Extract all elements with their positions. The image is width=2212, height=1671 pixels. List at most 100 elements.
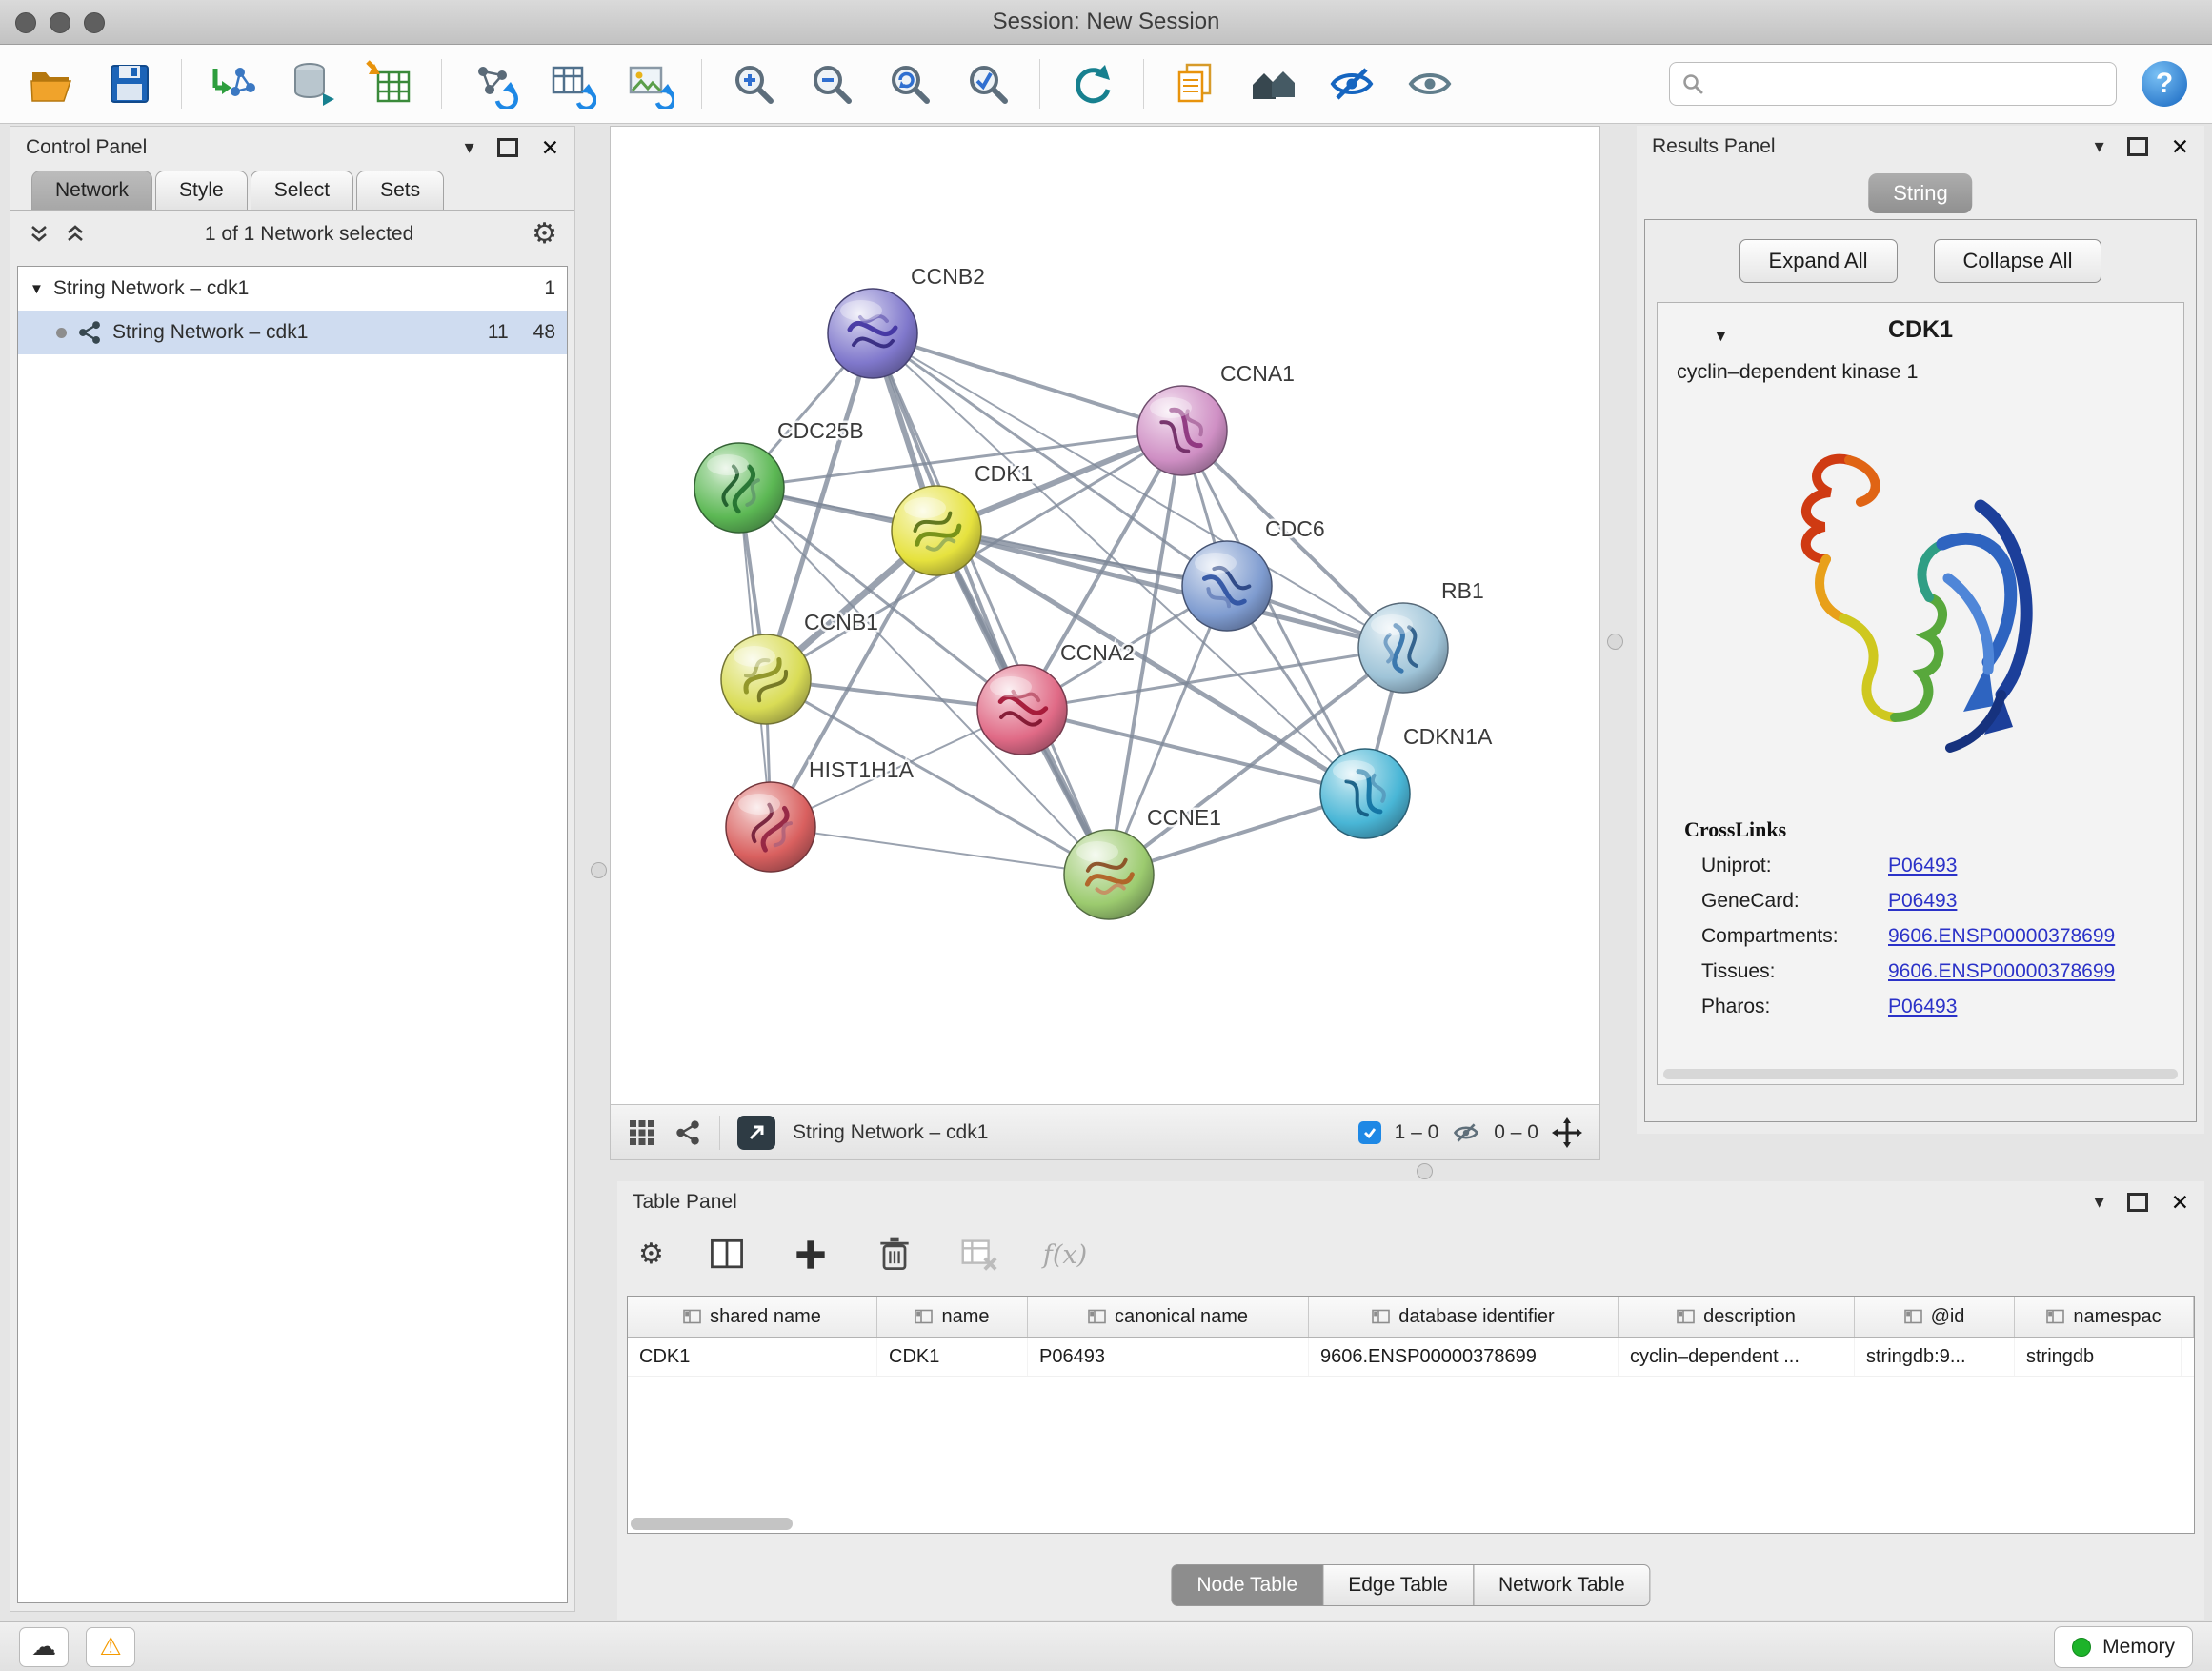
crosslink-value-link[interactable]: P06493 [1888,855,1957,877]
crosslink-value-link[interactable]: P06493 [1888,890,1957,913]
panel-menu-icon[interactable]: ▾ [465,138,474,157]
panel-close-icon[interactable]: ✕ [2171,1192,2189,1214]
column-header[interactable]: name [877,1297,1028,1337]
toolbar-separator [1039,59,1040,109]
tab-sets[interactable]: Sets [356,171,444,210]
crosslink-value-link[interactable]: 9606.ENSP00000378699 [1888,925,2115,948]
tab-node-table[interactable]: Node Table [1171,1564,1323,1606]
grid-view-icon[interactable] [628,1118,656,1147]
network-node-CCNA1[interactable] [1137,386,1227,475]
network-node-CCNB1[interactable] [721,634,811,724]
import-network-database-button[interactable] [285,57,338,111]
help-button[interactable]: ? [2142,61,2187,107]
collapse-all-icon[interactable] [28,223,50,246]
tab-edge-table[interactable]: Edge Table [1322,1564,1474,1606]
network-node-RB1[interactable] [1358,603,1448,693]
export-image-button[interactable] [623,57,676,111]
zoom-in-button[interactable] [727,57,780,111]
cloud-status-button[interactable]: ☁ [19,1627,69,1667]
column-header[interactable]: shared name [628,1297,877,1337]
column-header[interactable]: namespac [2015,1297,2194,1337]
network-node-CDC25B[interactable] [694,443,784,533]
zoom-fit-button[interactable] [883,57,936,111]
table-options-gear-icon[interactable]: ⚙ [638,1240,664,1269]
column-header[interactable]: description [1619,1297,1855,1337]
import-table-button[interactable] [363,57,416,111]
column-header[interactable]: database identifier [1309,1297,1619,1337]
close-window-button[interactable] [15,12,36,33]
network-node-CDK1[interactable] [892,486,981,575]
column-header[interactable]: canonical name [1028,1297,1309,1337]
network-options-gear-icon[interactable]: ⚙ [532,220,557,249]
zoom-selected-button[interactable] [961,57,1015,111]
tab-string[interactable]: String [1868,173,1972,213]
network-share-icon[interactable] [674,1118,702,1147]
panel-float-icon[interactable] [2127,137,2148,156]
panel-float-icon[interactable] [2127,1193,2148,1212]
network-node-CDC6[interactable] [1182,541,1272,631]
vertical-splitter-handle[interactable] [591,862,607,878]
panel-close-icon[interactable]: ✕ [2171,136,2189,158]
network-canvas[interactable]: CCNB2CCNA1CDC25BCDK1CDC6RB1CCNB1CCNA2CDK… [611,127,1599,1105]
hidden-eye-slash-icon[interactable] [1452,1118,1480,1147]
tree-expand-icon[interactable]: ▼ [30,282,44,296]
import-network-file-button[interactable] [207,57,260,111]
vertical-splitter-handle[interactable] [1607,634,1623,650]
network-node-CCNE1[interactable] [1064,830,1154,919]
show-columns-icon[interactable] [706,1234,748,1276]
results-horizontal-scrollbar[interactable] [1663,1069,2178,1079]
export-table-button[interactable] [545,57,598,111]
open-in-window-button[interactable] [737,1116,775,1150]
zoom-window-button[interactable] [84,12,105,33]
crosslink-label: Pharos: [1684,996,1888,1018]
crosslink-value-link[interactable]: P06493 [1888,996,1957,1018]
network-node-HIST1H1A[interactable] [726,782,815,872]
hide-selected-button[interactable] [1325,57,1378,111]
network-node-CDKN1A[interactable] [1320,749,1410,838]
network-node-CCNA2[interactable] [977,665,1067,755]
tab-style[interactable]: Style [155,171,248,210]
network-edges[interactable] [739,333,1403,875]
show-all-button[interactable] [1403,57,1457,111]
search-input[interactable] [1714,72,2104,96]
new-network-from-selection-button[interactable] [467,57,520,111]
pan-crosshair-icon[interactable] [1552,1117,1582,1148]
warnings-button[interactable]: ⚠ [86,1627,135,1667]
selected-checkbox-icon[interactable] [1358,1121,1381,1144]
tab-select[interactable]: Select [251,171,353,210]
control-panel-tabs: Network Style Select Sets [10,169,574,210]
save-session-button[interactable] [103,57,156,111]
table-row[interactable]: CDK1CDK1P064939606.ENSP00000378699cyclin… [628,1338,2194,1377]
tab-network[interactable]: Network [31,171,152,210]
open-session-button[interactable] [25,57,78,111]
zoom-out-button[interactable] [805,57,858,111]
panel-float-icon[interactable] [497,138,518,157]
memory-button[interactable]: Memory [2054,1626,2193,1668]
collapse-entry-icon[interactable]: ▼ [1713,328,1729,344]
minimize-window-button[interactable] [50,12,70,33]
panel-menu-icon[interactable]: ▾ [2095,137,2104,156]
delete-column-icon[interactable] [874,1234,915,1276]
toolbar-separator [701,59,702,109]
tab-network-table[interactable]: Network Table [1473,1564,1651,1606]
node-label-CCNB1: CCNB1 [804,610,878,634]
network-row-selected[interactable]: String Network – cdk1 11 48 [18,311,567,354]
collapse-all-button[interactable]: Collapse All [1934,239,2102,283]
horizontal-splitter-handle[interactable] [1417,1163,1433,1179]
column-header[interactable]: @id [1855,1297,2015,1337]
panel-close-icon[interactable]: ✕ [541,137,559,159]
import-network-icon [209,59,258,109]
refresh-view-button[interactable] [1065,57,1118,111]
birdseye-view-button[interactable] [1247,57,1300,111]
panel-menu-icon[interactable]: ▾ [2095,1193,2104,1212]
expand-all-icon[interactable] [64,223,87,246]
add-column-icon[interactable] [790,1234,832,1276]
network-collection-row[interactable]: ▼ String Network – cdk1 1 [18,267,567,311]
crosslink-value-link[interactable]: 9606.ENSP00000378699 [1888,960,2115,983]
node-label-CCNA2: CCNA2 [1060,640,1135,665]
network-node-CCNB2[interactable] [828,289,917,378]
expand-all-button[interactable]: Expand All [1739,239,1898,283]
clone-network-button[interactable] [1169,57,1222,111]
search-box[interactable] [1669,62,2117,106]
table-horizontal-scrollbar[interactable] [631,1518,793,1530]
